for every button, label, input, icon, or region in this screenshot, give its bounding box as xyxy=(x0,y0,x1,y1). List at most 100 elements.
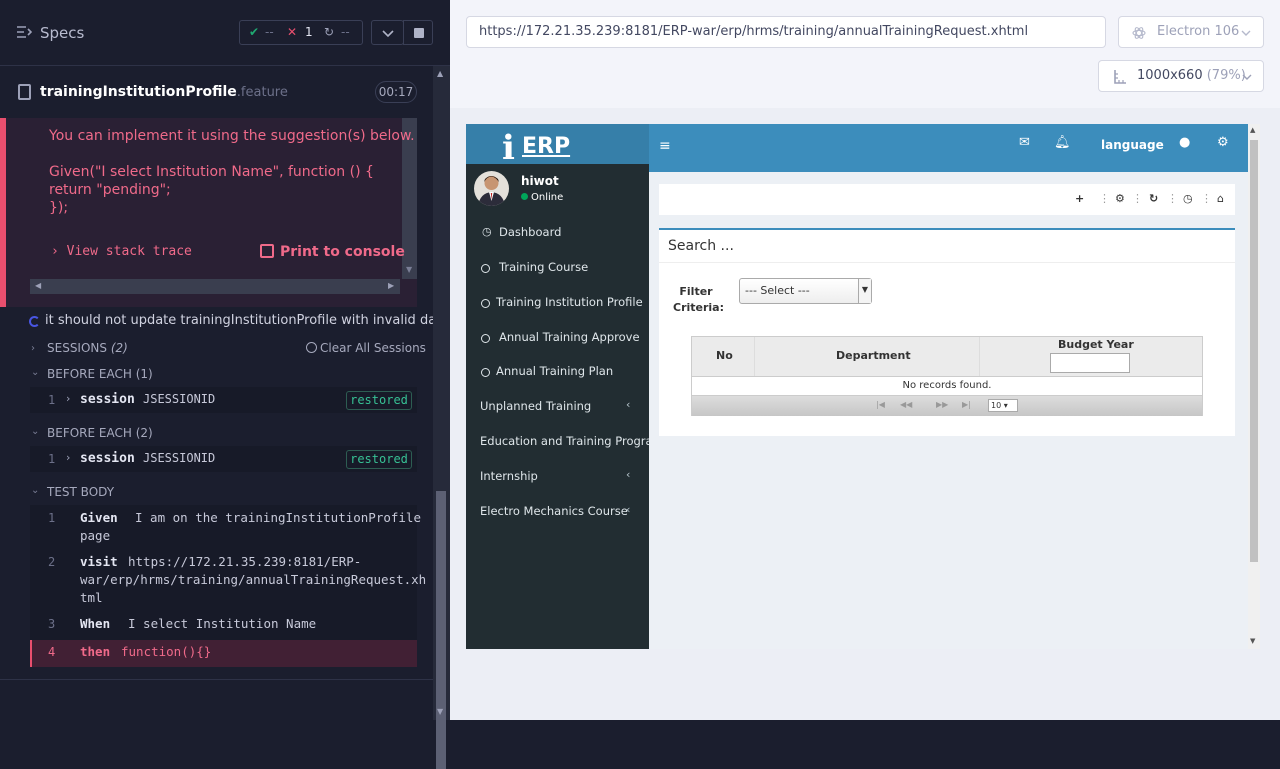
scrollbar-thumb[interactable] xyxy=(1250,140,1258,562)
status-badge: restored xyxy=(346,450,412,469)
runner-panel: Specs ✔ -- ✕ 1 ↻ -- trainingInstitutionP… xyxy=(0,0,450,769)
paginator: |◀ ◀◀ ▶▶ ▶| 10 ▾ xyxy=(692,396,1202,416)
page-size-select[interactable]: 10 ▾ xyxy=(988,399,1018,412)
specs-menu-icon[interactable] xyxy=(16,24,32,40)
filter-criteria-label: Filter Criteria: xyxy=(673,285,725,314)
sidebar-item-label: Annual Training Approve xyxy=(499,330,640,344)
budget-year-filter-input[interactable] xyxy=(1050,353,1130,373)
failed-count: 1 xyxy=(305,25,313,39)
user-icon[interactable]: ● xyxy=(1179,135,1190,150)
command-row[interactable]: 1 › session JSESSIONID restored xyxy=(30,446,417,472)
sidebar-item-annual-training-plan[interactable]: Annual Training Plan xyxy=(466,355,649,389)
clear-all-sessions-label: Clear All Sessions xyxy=(320,341,426,355)
command-name[interactable]: visit xyxy=(80,554,118,569)
online-status-label: Online xyxy=(531,192,564,203)
app-content: + ⋮ ⚙ ⋮ ↻ ⋮ ◷ ⋮ ⌂ Search ... Filter Crit… xyxy=(649,172,1260,649)
test-title[interactable]: it should not update trainingInstitution… xyxy=(45,313,449,328)
separator-icon: ⋮ xyxy=(1167,192,1178,205)
last-page-icon[interactable]: ▶| xyxy=(962,400,971,409)
chevron-left-icon: ‹ xyxy=(626,468,631,481)
status-badge: restored xyxy=(346,391,412,410)
sessions-toggle[interactable]: SESSIONS (2) xyxy=(47,341,128,355)
sidebar-item-dashboard[interactable]: ◷ Dashboard xyxy=(466,216,649,250)
search-panel: Search ... Filter Criteria: --- Select -… xyxy=(659,228,1235,436)
view-stack-trace-label: View stack trace xyxy=(66,244,192,259)
specs-label[interactable]: Specs xyxy=(40,24,84,42)
spec-file-name[interactable]: trainingInstitutionProfile.feature xyxy=(40,84,288,100)
running-spinner-icon xyxy=(29,316,40,327)
before-each-1-toggle[interactable]: BEFORE EACH (1) xyxy=(47,367,153,381)
app-sidebar: i ERP hiwot Online ◷ Dashboard Training … xyxy=(466,124,670,649)
logo[interactable]: i ERP xyxy=(466,124,649,168)
scrollbar-thumb[interactable] xyxy=(436,491,446,769)
error-horizontal-scrollbar[interactable]: ◀ ▶ xyxy=(30,279,400,294)
stop-button[interactable] xyxy=(403,20,433,45)
runner-scrollbar[interactable]: ▲ ▼ xyxy=(433,66,450,769)
command-name: then xyxy=(80,644,111,659)
sidebar-item-unplanned-training[interactable]: Unplanned Training ‹ xyxy=(466,390,649,424)
sidebar-item-training-institution-profile[interactable]: Training Institution Profile xyxy=(466,286,649,320)
gear-icon[interactable]: ⚙ xyxy=(1115,192,1125,205)
viewport-size-button[interactable]: 1000x660 (79%) xyxy=(1098,60,1264,92)
line-number: 1 xyxy=(48,511,56,525)
bell-icon[interactable]: 🔔︎ xyxy=(1054,135,1071,150)
column-header-no[interactable]: No xyxy=(716,349,733,362)
command-name[interactable]: When xyxy=(80,616,110,631)
line-number: 3 xyxy=(48,617,56,631)
chevron-right-icon[interactable]: › xyxy=(31,343,35,354)
ban-icon xyxy=(306,342,317,353)
error-line-1: You can implement it using the suggestio… xyxy=(49,128,415,144)
sidebar-item-internship[interactable]: Internship ‹ xyxy=(466,460,649,494)
dashboard-icon[interactable]: ◷ xyxy=(1183,192,1193,205)
browser-selector[interactable]: Electron 106 xyxy=(1118,16,1264,48)
sidebar-item-training-course[interactable]: Training Course xyxy=(466,251,649,285)
next-page-icon[interactable]: ▶▶ xyxy=(936,400,948,409)
before-each-2-toggle[interactable]: BEFORE EACH (2) xyxy=(47,426,153,440)
command-row[interactable]: 1 › session JSESSIONID restored xyxy=(30,387,417,413)
line-number: 4 xyxy=(48,645,56,659)
url-bar[interactable]: https://172.21.35.239:8181/ERP-war/erp/h… xyxy=(466,16,1106,48)
chevron-down-icon[interactable]: ⌄ xyxy=(31,485,39,496)
sessions-label: SESSIONS xyxy=(47,341,108,355)
stats-bar: ✔ -- ✕ 1 ↻ -- xyxy=(239,20,363,45)
column-header-budget-year[interactable]: Budget Year xyxy=(1058,338,1134,351)
spec-file-ext: .feature xyxy=(236,85,288,100)
chevron-right-icon: › xyxy=(66,451,71,464)
app-scrollbar[interactable]: ▲ ▼ xyxy=(1248,124,1260,649)
ruler-icon xyxy=(1114,70,1126,84)
column-header-department[interactable]: Department xyxy=(836,349,911,362)
gears-icon[interactable]: ⚙ xyxy=(1217,135,1229,150)
prev-page-icon[interactable]: ◀◀ xyxy=(900,400,912,409)
command-arg: I am on the trainingInstitutionProfile xyxy=(135,510,421,525)
home-icon[interactable]: ⌂ xyxy=(1217,192,1224,205)
dashboard-icon: ◷ xyxy=(482,225,492,238)
print-to-console-button[interactable]: Print to console xyxy=(260,244,405,260)
filter-criteria-select[interactable]: --- Select --- ▼ xyxy=(739,278,872,304)
sidebar-item-annual-training-approve[interactable]: Annual Training Approve xyxy=(466,321,649,355)
scroll-up-icon: ▲ xyxy=(1250,126,1256,134)
sidebar-item-label: Internship xyxy=(480,469,538,483)
test-body-toggle[interactable]: TEST BODY xyxy=(47,485,114,499)
sidebar-item-education-and-training-programs[interactable]: Education and Training Programs xyxy=(466,425,670,459)
caret-down-icon: ▼ xyxy=(858,279,871,303)
add-icon[interactable]: + xyxy=(1075,192,1084,205)
app-header: ≡ ✉ 🔔︎ language ● ⚙ xyxy=(649,124,1260,172)
first-page-icon[interactable]: |◀ xyxy=(876,400,885,409)
command-name[interactable]: Given xyxy=(80,510,118,525)
runner-dropdown-button[interactable] xyxy=(371,20,404,45)
chevron-down-icon[interactable]: ⌄ xyxy=(31,426,39,437)
clear-all-sessions-button[interactable]: Clear All Sessions xyxy=(306,341,426,355)
refresh-icon[interactable]: ↻ xyxy=(1149,192,1158,205)
page-size-value: 10 xyxy=(991,401,1002,410)
sessions-count: (2) xyxy=(110,341,128,355)
empty-message: No records found. xyxy=(692,376,1202,396)
sidebar-item-electro-mechanics-course[interactable]: Electro Mechanics Course ‹ xyxy=(466,495,649,529)
language-menu[interactable]: language xyxy=(1101,138,1164,152)
error-line-4: }); xyxy=(49,200,69,216)
envelope-icon[interactable]: ✉ xyxy=(1019,135,1030,150)
line-number: 2 xyxy=(48,555,56,569)
view-stack-trace-button[interactable]: › View stack trace xyxy=(51,244,192,259)
hamburger-icon[interactable]: ≡ xyxy=(659,138,671,154)
runner-topbar: Specs ✔ -- ✕ 1 ↻ -- xyxy=(0,0,450,66)
chevron-down-icon[interactable]: ⌄ xyxy=(31,367,39,378)
